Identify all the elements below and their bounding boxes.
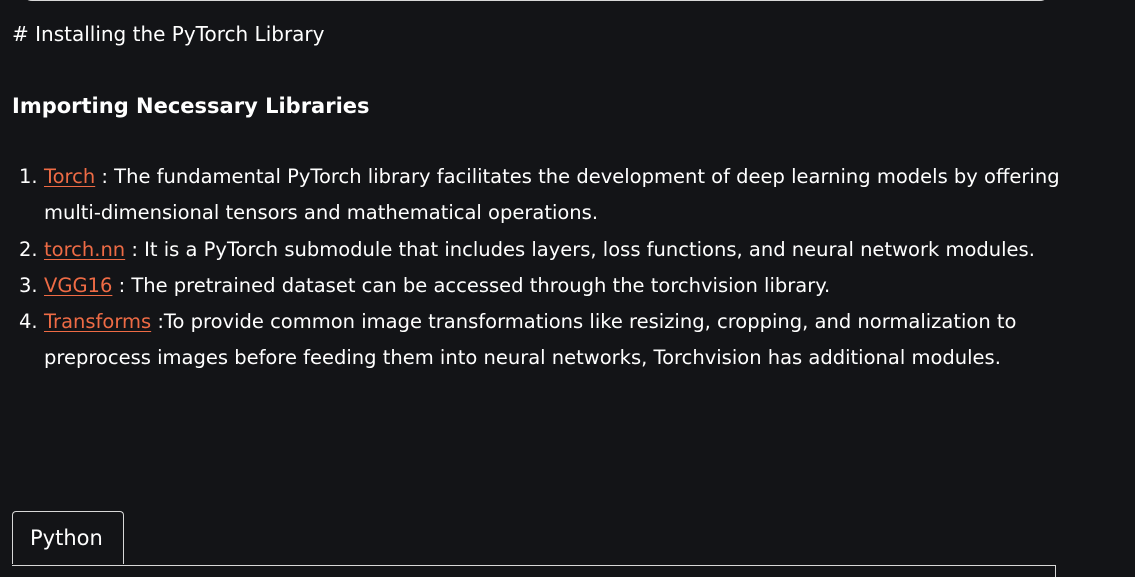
list-number: 4.	[19, 310, 38, 334]
list-item-text: : It is a PyTorch submodule that include…	[125, 237, 1035, 261]
libraries-list: 1. Torch : The fundamental PyTorch libra…	[12, 159, 1072, 377]
tab-python[interactable]: Python	[12, 511, 124, 564]
install-comment-heading: # Installing the PyTorch Library	[12, 22, 325, 46]
list-number: 3.	[19, 273, 38, 297]
list-item-torch-nn: 2. torch.nn : It is a PyTorch submodule …	[12, 232, 1072, 268]
list-number: 2.	[19, 237, 38, 261]
list-item-text: : The pretrained dataset can be accessed…	[112, 273, 831, 297]
list-item-transforms: 4. Transforms :To provide common image t…	[12, 304, 1072, 377]
vgg16-link[interactable]: VGG16	[44, 274, 112, 297]
torch-nn-link[interactable]: torch.nn	[44, 238, 125, 261]
previous-block-frame	[22, 0, 1050, 1]
list-number: 1.	[19, 165, 38, 188]
transforms-link[interactable]: Transforms	[44, 310, 151, 333]
list-item-vgg16: 3. VGG16 : The pretrained dataset can be…	[12, 268, 1072, 304]
list-item-text: :To provide common image transformations…	[44, 310, 1017, 370]
code-block-body	[12, 565, 1056, 577]
list-item-torch: 1. Torch : The fundamental PyTorch libra…	[12, 159, 1072, 232]
code-block: Python	[12, 511, 1056, 577]
section-title: Importing Necessary Libraries	[12, 94, 370, 118]
list-item-text: : The fundamental PyTorch library facili…	[44, 165, 1060, 225]
torch-link[interactable]: Torch	[44, 165, 95, 188]
